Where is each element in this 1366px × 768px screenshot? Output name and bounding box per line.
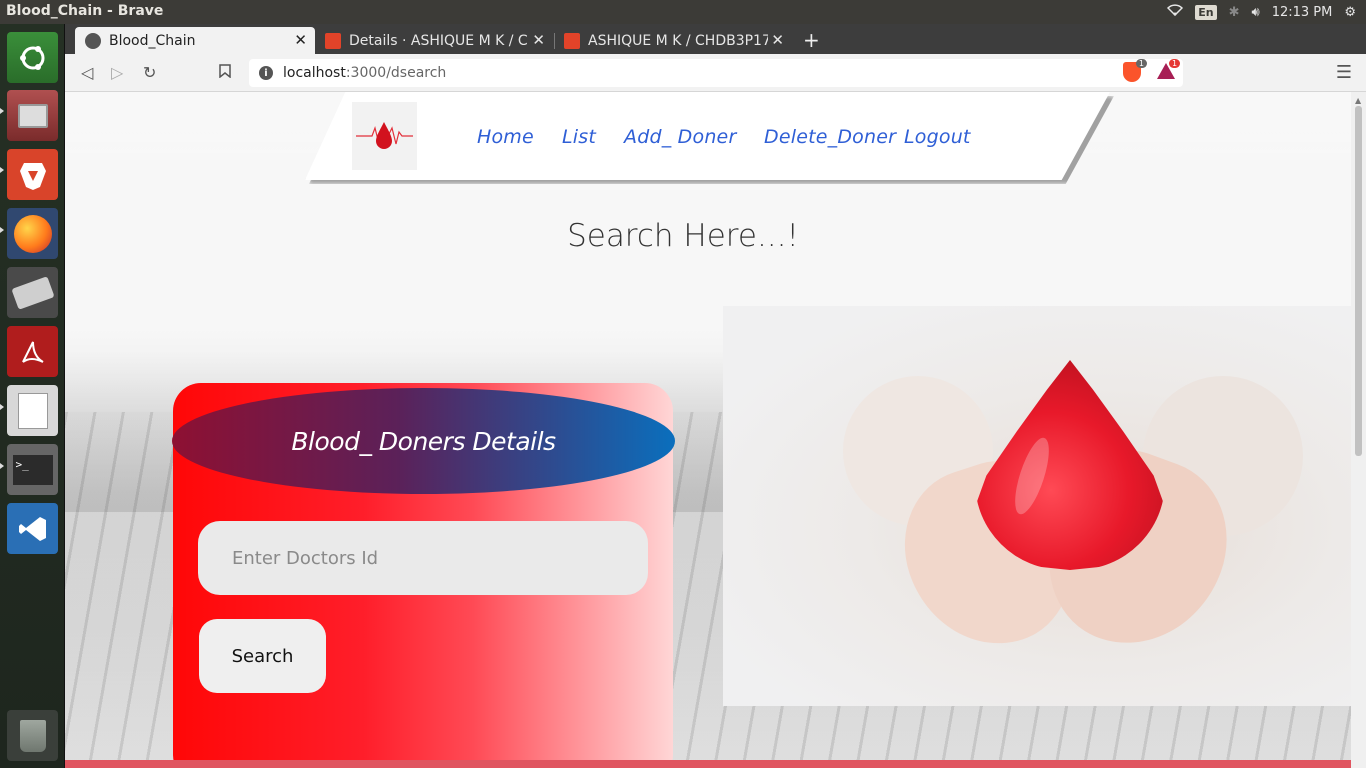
nav-add-doner-link[interactable]: Add_ Doner xyxy=(624,126,736,148)
system-tray: En ✱ 🔊︎ 12:13 PM ⚙ xyxy=(1167,0,1366,24)
brave-icon[interactable] xyxy=(7,149,58,200)
firefox-icon[interactable] xyxy=(7,208,58,259)
gitlab-icon xyxy=(325,32,341,49)
forward-icon[interactable]: ▷ xyxy=(111,63,123,82)
wifi-icon[interactable] xyxy=(1167,4,1184,20)
hamburger-menu-icon[interactable]: ☰ xyxy=(1336,62,1352,83)
clock[interactable]: 12:13 PM xyxy=(1272,5,1333,20)
search-button[interactable]: Search xyxy=(199,619,326,693)
nav-list-link[interactable]: List xyxy=(562,126,596,148)
text-editor-icon[interactable] xyxy=(7,385,58,436)
nav-logout-link[interactable]: Logout xyxy=(904,126,971,148)
url-host: localhost xyxy=(283,65,346,81)
url-path: :3000/dsearch xyxy=(345,65,447,81)
gitlab-icon xyxy=(564,32,580,49)
vscode-icon[interactable] xyxy=(7,503,58,554)
tab-blood-chain[interactable]: Blood_Chain ✕ xyxy=(75,27,315,54)
card-title-banner: Blood_ Doners Details xyxy=(172,388,675,494)
app-launcher: >_ xyxy=(0,24,65,768)
window-title: Blood_Chain - Brave xyxy=(6,3,164,19)
scroll-up-icon[interactable]: ▲ xyxy=(1355,96,1361,105)
page-viewport: Home List Add_ Doner Delete_Doner Logout… xyxy=(65,92,1351,768)
system-top-panel: Blood_Chain - Brave En ✱ 🔊︎ 12:13 PM ⚙ xyxy=(0,0,1366,24)
blood-drop-icon xyxy=(975,360,1165,570)
new-tab-button[interactable]: + xyxy=(803,28,820,52)
settings-gear-icon[interactable]: ⚙ xyxy=(1344,5,1356,20)
brave-rewards-icon[interactable]: 1 xyxy=(1157,59,1181,79)
scanner-icon[interactable] xyxy=(7,267,58,318)
bluetooth-icon[interactable]: ✱ xyxy=(1229,5,1240,20)
scrollbar-thumb[interactable] xyxy=(1355,106,1362,456)
close-icon[interactable]: ✕ xyxy=(532,31,545,49)
globe-icon xyxy=(85,32,101,49)
shields-badge: 1 xyxy=(1135,59,1147,68)
bookmark-icon[interactable] xyxy=(219,63,231,82)
nav-home-link[interactable]: Home xyxy=(477,126,534,148)
files-icon[interactable] xyxy=(7,90,58,141)
tab-details[interactable]: Details · ASHIQUE M K / CH ✕ xyxy=(315,27,553,54)
ubuntu-dash-icon[interactable] xyxy=(7,32,58,83)
reload-icon[interactable]: ↻ xyxy=(143,63,156,82)
card-title: Blood_ Doners Details xyxy=(291,426,556,456)
nav-delete-doner-link[interactable]: Delete_Doner xyxy=(764,126,896,148)
terminal-icon[interactable]: >_ xyxy=(7,444,58,495)
pdf-reader-icon[interactable] xyxy=(7,326,58,377)
rewards-badge: 1 xyxy=(1169,59,1181,68)
browser-toolbar: ◁ ▷ ↻ i localhost:3000/dsearch 1 1 ☰ xyxy=(65,54,1366,92)
tab-ashique[interactable]: ASHIQUE M K / CHDB3P17 ✕ xyxy=(554,27,792,54)
back-icon[interactable]: ◁ xyxy=(81,63,93,82)
trash-icon[interactable] xyxy=(7,710,58,761)
blood-drop-hands-image xyxy=(723,306,1351,706)
footer-strip xyxy=(65,760,1351,768)
browser-tab-strip: Blood_Chain ✕ Details · ASHIQUE M K / CH… xyxy=(65,24,1366,54)
close-icon[interactable]: ✕ xyxy=(294,31,307,49)
address-bar[interactable]: i localhost:3000/dsearch xyxy=(249,59,1183,87)
page-scrollbar[interactable]: ▲ xyxy=(1351,92,1366,768)
page-heading: Search Here...! xyxy=(567,218,799,254)
doctor-id-input[interactable] xyxy=(198,521,648,595)
info-icon[interactable]: i xyxy=(259,66,273,80)
volume-icon[interactable]: 🔊︎ xyxy=(1251,5,1259,20)
blood-drop-logo[interactable] xyxy=(352,102,417,170)
brave-shields-icon[interactable]: 1 xyxy=(1123,59,1147,82)
close-icon[interactable]: ✕ xyxy=(771,31,784,49)
keyboard-layout-indicator[interactable]: En xyxy=(1195,4,1217,20)
